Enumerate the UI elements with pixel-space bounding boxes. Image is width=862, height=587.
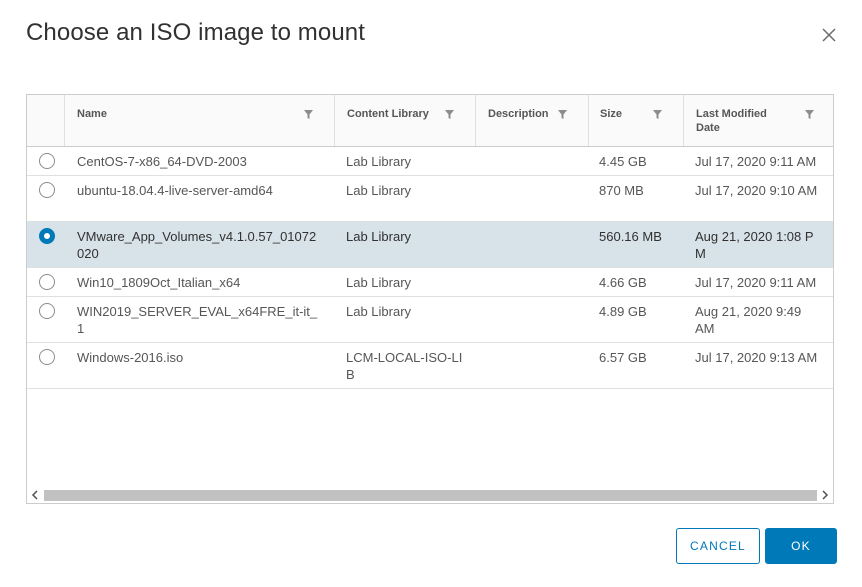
cell-size: 6.57 GB xyxy=(599,350,647,365)
cell-content-library: Lab Library xyxy=(346,275,412,290)
cell-name: WIN2019_SERVER_EVAL_x64FRE_it-it_1 xyxy=(77,304,318,336)
cell-size: 4.45 GB xyxy=(599,154,647,169)
table-row[interactable]: CentOS-7-x86_64-DVD-2003 Lab Library 4.4… xyxy=(27,147,833,176)
cell-last-modified: Aug 21, 2020 9:49 AM xyxy=(695,304,802,336)
cell-content-library: Lab Library xyxy=(346,154,412,169)
row-select-radio-checked[interactable] xyxy=(39,228,55,244)
chevron-left-icon[interactable] xyxy=(29,489,41,501)
cell-last-modified: Jul 17, 2020 9:13 AM xyxy=(695,350,818,365)
filter-icon[interactable] xyxy=(558,110,567,119)
column-header-last-modified[interactable]: Last Modified Date xyxy=(684,95,833,146)
dialog-title: Choose an ISO image to mount xyxy=(26,19,365,46)
cell-description xyxy=(487,176,582,182)
row-select-radio[interactable] xyxy=(39,153,55,169)
cell-description xyxy=(487,147,582,153)
row-select-radio[interactable] xyxy=(39,274,55,290)
cell-name: CentOS-7-x86_64-DVD-2003 xyxy=(77,154,247,169)
filter-icon[interactable] xyxy=(653,110,662,119)
cell-content-library: Lab Library xyxy=(346,304,412,319)
cell-name: ubuntu-18.04.4-live-server-amd64 xyxy=(77,183,273,198)
row-select-radio[interactable] xyxy=(39,303,55,319)
column-header-size[interactable]: Size xyxy=(588,95,683,146)
table-row[interactable]: ubuntu-18.04.4-live-server-amd64 Lab Lib… xyxy=(27,176,833,222)
scrollbar-thumb[interactable] xyxy=(44,490,817,501)
cell-content-library: LCM-LOCAL-ISO-LIB xyxy=(346,350,463,382)
cell-description xyxy=(487,343,582,349)
datagrid-header: Name Content Library Description Size La… xyxy=(27,95,833,147)
column-header-name[interactable]: Name xyxy=(65,95,334,146)
table-row[interactable]: WIN2019_SERVER_EVAL_x64FRE_it-it_1 Lab L… xyxy=(27,297,833,343)
cell-size: 4.89 GB xyxy=(599,304,647,319)
table-row-selected[interactable]: VMware_App_Volumes_v4.1.0.57_01072020 La… xyxy=(27,222,833,268)
cell-content-library: Lab Library xyxy=(346,229,412,244)
ok-button[interactable]: OK xyxy=(765,528,837,564)
row-select-radio[interactable] xyxy=(39,349,55,365)
cell-description xyxy=(487,222,582,228)
chevron-right-icon[interactable] xyxy=(819,489,831,501)
filter-icon[interactable] xyxy=(445,110,454,119)
cell-name: VMware_App_Volumes_v4.1.0.57_01072020 xyxy=(77,229,317,261)
cell-size: 870 MB xyxy=(599,183,644,198)
cell-last-modified: Jul 17, 2020 9:11 AM xyxy=(695,154,817,169)
table-row[interactable]: Windows-2016.iso LCM-LOCAL-ISO-LIB 6.57 … xyxy=(27,343,833,389)
cell-name: Win10_1809Oct_Italian_x64 xyxy=(77,275,241,290)
cell-description xyxy=(487,297,582,303)
cancel-button[interactable]: CANCEL xyxy=(676,528,760,564)
cell-name: Windows-2016.iso xyxy=(77,350,184,365)
column-header-description[interactable]: Description xyxy=(476,95,588,146)
column-header-content-library[interactable]: Content Library xyxy=(335,95,475,146)
cell-size: 4.66 GB xyxy=(599,275,647,290)
close-icon[interactable] xyxy=(818,24,840,46)
mount-iso-dialog: Choose an ISO image to mount Name Conten… xyxy=(0,0,862,587)
filter-icon[interactable] xyxy=(304,110,313,119)
cell-size: 560.16 MB xyxy=(599,229,662,244)
iso-datagrid: Name Content Library Description Size La… xyxy=(26,94,834,504)
filter-icon[interactable] xyxy=(805,110,814,119)
cell-description xyxy=(487,268,582,274)
row-select-radio[interactable] xyxy=(39,182,55,198)
cell-last-modified: Jul 17, 2020 9:11 AM xyxy=(695,275,817,290)
horizontal-scrollbar[interactable] xyxy=(26,487,834,504)
cell-content-library: Lab Library xyxy=(346,183,412,198)
table-row[interactable]: Win10_1809Oct_Italian_x64 Lab Library 4.… xyxy=(27,268,833,297)
cell-last-modified: Jul 17, 2020 9:10 AM xyxy=(695,183,818,198)
cell-last-modified: Aug 21, 2020 1:08 PM xyxy=(695,229,814,261)
